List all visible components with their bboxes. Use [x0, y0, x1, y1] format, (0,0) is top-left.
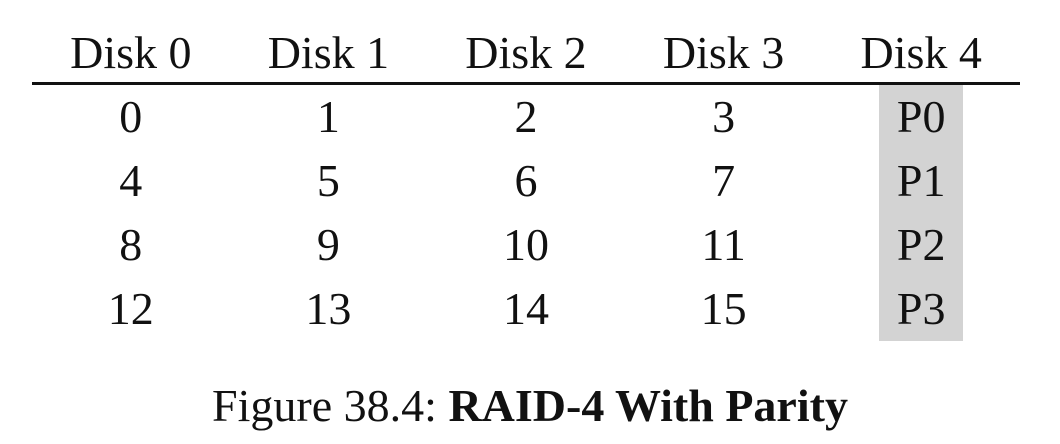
table-row: 8 9 10 11 P2 [32, 213, 1020, 277]
table-row: 12 13 14 15 P3 [32, 277, 1020, 341]
parity-cell: P2 [822, 213, 1020, 277]
table-header: Disk 0 Disk 1 Disk 2 Disk 3 Disk 4 [32, 24, 1020, 85]
block-cell: 15 [700, 283, 747, 334]
block-cell: 14 [502, 283, 549, 334]
block-cell: 5 [316, 155, 340, 206]
block-cell: 4 [119, 155, 143, 206]
parity-block: P0 [879, 85, 964, 149]
block-cell: 8 [119, 219, 143, 270]
caption-label: Figure 38.4: [212, 380, 437, 431]
raid-table: Disk 0 Disk 1 Disk 2 Disk 3 Disk 4 0 1 2… [32, 24, 1020, 341]
block-cell: 6 [514, 155, 538, 206]
header-disk-0: Disk 0 [70, 27, 192, 78]
caption-title: RAID-4 With Parity [448, 380, 848, 431]
header-disk-1: Disk 1 [267, 27, 390, 78]
parity-cell: P0 [822, 85, 1020, 149]
parity-block: P1 [879, 149, 964, 213]
block-cell: 1 [316, 91, 340, 142]
parity-cell: P3 [822, 277, 1020, 341]
table-row: 0 1 2 3 P0 [32, 85, 1020, 149]
header-disk-3: Disk 3 [662, 27, 785, 78]
block-cell: 9 [316, 219, 340, 270]
figure-caption: Figure 38.4: RAID-4 With Parity [0, 376, 1060, 436]
header-disk-2: Disk 2 [465, 27, 587, 78]
block-cell: 7 [712, 155, 736, 206]
parity-block: P3 [879, 277, 964, 341]
block-cell: 11 [701, 219, 746, 270]
block-cell: 0 [119, 91, 143, 142]
block-cell: 3 [712, 91, 736, 142]
block-cell: 13 [305, 283, 352, 334]
table-row: 4 5 6 7 P1 [32, 149, 1020, 213]
parity-block: P2 [879, 213, 964, 277]
block-cell: 12 [107, 283, 154, 334]
block-cell: 2 [514, 91, 538, 142]
block-cell: 10 [502, 219, 549, 270]
parity-cell: P1 [822, 149, 1020, 213]
header-disk-4: Disk 4 [860, 27, 982, 78]
